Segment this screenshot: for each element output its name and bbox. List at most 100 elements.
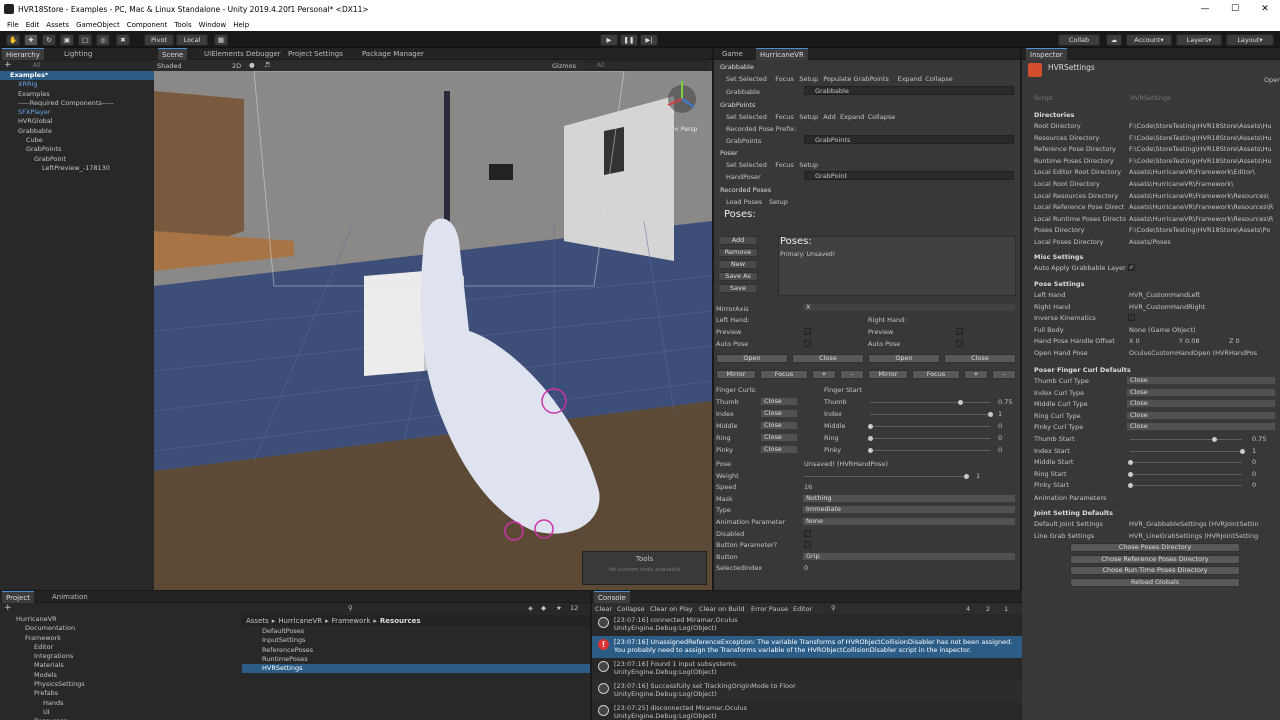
console-clear-on-play-button[interactable]: Clear on Play	[650, 605, 693, 613]
right-minus-button[interactable]: -	[992, 370, 1016, 379]
menu-tools[interactable]: Tools	[174, 21, 191, 29]
finger-start-slider[interactable]	[1130, 462, 1242, 464]
console-editor-dropdown[interactable]: Editor	[793, 605, 812, 613]
left-minus-button[interactable]: -	[840, 370, 864, 379]
hierarchy-item[interactable]: GrabPoint	[0, 155, 154, 164]
finger-start-slider-knob[interactable]	[1128, 483, 1133, 489]
menu-window[interactable]: Window	[199, 21, 227, 29]
finger-start-slider-knob[interactable]	[868, 448, 873, 453]
poser-section-header[interactable]: Poser	[720, 149, 738, 157]
finger-start-slider-knob[interactable]	[1128, 460, 1133, 466]
filter-label-icon[interactable]: ◆	[541, 604, 546, 612]
console-log-entry[interactable]: [23:07:25] disconnected Miramar,Oculus Un…	[592, 702, 1022, 720]
project-folder-item[interactable]: Models	[0, 671, 240, 680]
console-log-entry[interactable]: [23:07:16] connected Miramar,Oculus Unity…	[592, 614, 1022, 636]
minimize-icon[interactable]: —	[1190, 0, 1220, 19]
menu-file[interactable]: File	[7, 21, 19, 29]
hierarchy-item[interactable]: Grabbable	[0, 127, 154, 136]
menu-assets[interactable]: Assets	[46, 21, 69, 29]
left-mirror-button[interactable]: Mirror	[716, 370, 756, 379]
tab-inspector[interactable]: Inspector	[1026, 48, 1067, 60]
curl-type-dropdown[interactable]: Close	[760, 433, 798, 442]
tab-project[interactable]: Project	[2, 591, 34, 603]
breadcrumb-assets[interactable]: Assets	[246, 617, 269, 625]
finger-start-value[interactable]: 0	[998, 422, 1002, 430]
menu-gameobject[interactable]: GameObject	[76, 21, 120, 29]
layout-dropdown[interactable]: Layout ▾	[1226, 34, 1274, 46]
finger-start-value[interactable]: 0	[1252, 481, 1256, 489]
rotate-tool-icon[interactable]: ↻	[42, 34, 56, 46]
step-button[interactable]: ▶|	[640, 34, 658, 46]
joint-setting-value[interactable]: HVR_LineGrabSettings (HVRJointSetting	[1129, 532, 1269, 540]
curl-type-dropdown[interactable]: Close	[1126, 376, 1276, 385]
finger-start-slider[interactable]	[1130, 450, 1242, 452]
grabbable-section-header[interactable]: Grabbable	[720, 63, 754, 71]
console-error-pause-button[interactable]: Error Pause	[751, 605, 788, 613]
left-plus-button[interactable]: +	[812, 370, 836, 379]
offset-z-field[interactable]: Z 0	[1229, 337, 1240, 345]
project-folder-item[interactable]: Hands	[0, 699, 240, 708]
console-log-entry[interactable]: [23:07:16] Successfully set TrackingOrig…	[592, 680, 1022, 702]
pose-list-item[interactable]: Primary: Unsaved!	[780, 251, 835, 258]
poser-button-0[interactable]: Set Selected	[726, 161, 767, 169]
prop-dropdown[interactable]: Immediate	[802, 505, 1016, 515]
prop-value[interactable]: 16	[804, 483, 812, 491]
auto-apply-checkbox[interactable]: ✓	[1128, 264, 1135, 271]
right-plus-button[interactable]: +	[964, 370, 988, 379]
rect-tool-icon[interactable]: □	[78, 34, 92, 46]
breadcrumb-framework[interactable]: Framework	[332, 617, 371, 625]
prop-value[interactable]: 0	[804, 564, 808, 572]
inspector-action-button[interactable]: Reload Globals	[1070, 577, 1240, 587]
directory-value[interactable]: Assets\HurricaneVR\Framework\Resources\R	[1129, 215, 1277, 223]
pose-setting-value[interactable]: HVR_CustomHandRight	[1129, 303, 1269, 311]
directory-value[interactable]: Assets/Poses	[1129, 238, 1277, 246]
pause-button[interactable]: ❚❚	[620, 34, 638, 46]
grabbable-button-1[interactable]: Focus	[775, 75, 794, 83]
pose-save-as-button[interactable]: Save As	[718, 272, 758, 281]
animation-parameters-foldout[interactable]: Animation Parameters	[1034, 494, 1106, 502]
finger-start-slider-knob[interactable]	[1212, 437, 1217, 442]
warning-count[interactable]: 2	[986, 605, 990, 613]
pose-setting-value[interactable]: OculusCustomHandOpen (HVRHandPos	[1129, 349, 1269, 357]
directory-value[interactable]: F:\Code\StoreTesting\HVR18Store\Assets\H…	[1129, 122, 1277, 130]
curl-type-dropdown[interactable]: Close	[760, 421, 798, 430]
project-search-icon[interactable]: ⚲	[348, 604, 353, 612]
directory-value[interactable]: F:\Code\StoreTesting\HVR18Store\Assets\H…	[1129, 134, 1277, 142]
pose-new-button[interactable]: New	[718, 260, 758, 269]
finger-start-slider[interactable]	[870, 450, 990, 451]
poser-button-1[interactable]: Focus	[775, 161, 794, 169]
finger-start-value[interactable]: 0	[998, 446, 1002, 454]
local-toggle[interactable]: Local	[176, 34, 208, 46]
prop-value[interactable]: Unsaved! (HVRHandPose)	[804, 460, 888, 468]
console-search-icon[interactable]: ⚲	[831, 604, 836, 612]
grabpoints-button-4[interactable]: Expand	[840, 113, 864, 121]
project-file-item[interactable]: ReferencePoses	[242, 646, 590, 655]
inverse-kinematics-checkbox[interactable]	[1128, 314, 1135, 322]
project-file-item[interactable]: RuntimePoses	[242, 655, 590, 664]
scale-tool-icon[interactable]: ▣	[60, 34, 74, 46]
finger-start-slider[interactable]	[870, 438, 990, 439]
right-preview-checkbox[interactable]	[956, 328, 963, 335]
hierarchy-item[interactable]: LeftPreview_-178130	[0, 164, 154, 173]
scene-viewport[interactable]: < Persp	[154, 71, 712, 590]
finger-start-slider[interactable]	[1130, 439, 1242, 440]
finger-start-value[interactable]: 0	[1252, 470, 1256, 478]
grabpoints-object-field[interactable]: GrabPoints	[804, 135, 1014, 144]
joint-setting-value[interactable]: HVR_GrabbableSettings (HVRJointSettin	[1129, 520, 1269, 528]
mirror-axis-dropdown[interactable]: X	[802, 303, 1016, 312]
menu-help[interactable]: Help	[233, 21, 249, 29]
curl-type-dropdown[interactable]: Close	[760, 409, 798, 418]
scene-search-input[interactable]: All	[586, 61, 706, 70]
grabpoints-button-0[interactable]: Set Selected	[726, 113, 767, 121]
prop-dropdown[interactable]: None	[802, 517, 1016, 526]
add-object-icon[interactable]: +	[4, 60, 12, 70]
poser-button-2[interactable]: Setup	[799, 161, 818, 169]
console-clear-on-build-button[interactable]: Clear on Build	[699, 605, 745, 613]
project-file-item[interactable]: InputSettings	[242, 636, 590, 645]
grabbable-button-0[interactable]: Set Selected	[726, 75, 767, 83]
finger-start-slider-knob[interactable]	[868, 436, 873, 441]
project-folder-item[interactable]: Materials	[0, 661, 240, 670]
project-folder-item[interactable]: Framework	[0, 634, 240, 643]
move-tool-icon[interactable]: ✚	[24, 34, 38, 46]
tab-hierarchy[interactable]: Hierarchy	[2, 48, 44, 60]
